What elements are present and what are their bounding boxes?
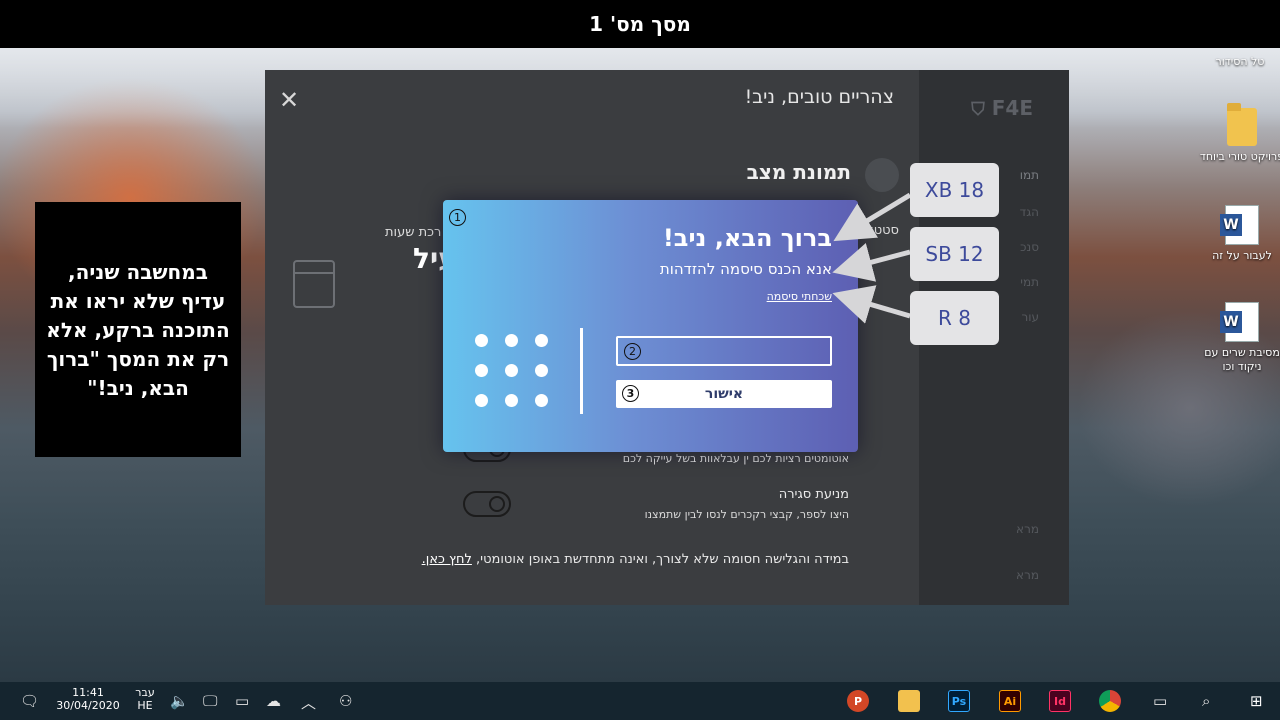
word-icon [1220,205,1259,245]
chevron-up-icon[interactable]: ︿ [301,692,316,713]
sidebar-item[interactable]: הגד [1020,205,1039,219]
click-here-link[interactable]: לחץ כאן. [422,552,472,567]
file-explorer-icon[interactable] [898,690,920,712]
sidebar-item[interactable]: תמו [1020,168,1039,182]
notification-icon[interactable]: 🗨 [20,692,39,710]
network-icon[interactable]: 🖵 [203,692,217,710]
desktop-icon-label: לעבור על זה [1212,249,1272,262]
annotation-title-font: XB 18 [910,163,999,217]
photoshop-icon[interactable]: Ps [948,690,970,712]
windows-start-icon[interactable]: ⊞ [1250,692,1263,710]
folder-icon [1227,103,1257,146]
sidebar-item[interactable]: סנכ [1020,240,1039,254]
sidebar-item[interactable]: מרא [1016,522,1039,536]
option-title: מניעת סגירה [778,487,849,502]
onedrive-icon[interactable]: ☁ [266,692,281,710]
desktop-icon-word-doc[interactable]: מסיבת שרים עם ניקוד וכו [1197,302,1280,374]
slide-title: מסך מס' 1 [0,0,1280,48]
close-icon[interactable]: ✕ [279,86,299,114]
desktop-icon-label: מסיבת שרים עם ניקוד וכו [1204,346,1280,373]
status-icon [865,158,899,192]
toggle-switch[interactable] [463,491,511,517]
password-input[interactable]: 2 [616,336,832,366]
toggle-knob [489,496,505,512]
welcome-dialog: 1 ברוך הבא, ניב! אנא הכנס סיסמה להזדהות … [443,200,858,452]
desktop-icon-word-doc[interactable]: לעבור על זה [1197,205,1280,263]
annotation-subtitle-font: SB 12 [910,227,999,281]
forgot-password-link[interactable]: שכחתי סיסמה [767,290,832,303]
desktop-icon-item[interactable]: טל הסידור [1195,55,1280,69]
app-logo: ⛉ F4E [971,96,1033,120]
battery-icon[interactable]: ▭ [235,692,249,710]
indesign-icon[interactable]: Id [1049,690,1071,712]
marker-1: 1 [449,209,466,226]
calendar-icon [293,260,335,308]
powerpoint-icon[interactable]: P [847,690,869,712]
sidebar-item[interactable]: מרא [1016,568,1039,582]
desktop-icon-label: פרויקט טורי ביוחד [1199,150,1280,163]
sidebar-item[interactable]: עור [1021,310,1039,324]
sidebar-item[interactable]: תמי [1020,275,1039,289]
task-view-icon[interactable]: ▭ [1153,692,1167,710]
word-icon [1220,302,1259,342]
desktop-icon-folder[interactable]: פרויקט טורי ביוחד [1197,103,1280,164]
submit-button[interactable]: 3 אישור [616,380,832,408]
clock[interactable]: 11:41 30/04/2020 [52,686,124,712]
design-note: במחשבה שניה, עדיף שלא יראו את התוכנה ברק… [35,202,241,457]
taskbar: ⊞ ⌕ ▭ Id Ai Ps P ⚇ ︿ ☁ ▭ 🖵 🔈 עבר HE 11:41… [0,682,1280,720]
divider [580,328,583,414]
stats-label: סטטו [870,223,899,238]
hours-label: רכת שעות [385,225,442,240]
welcome-subtitle: אנא הכנס סיסמה להזדהות [659,260,832,278]
annotation-link-font: R 8 [910,291,999,345]
volume-icon[interactable]: 🔈 [170,692,189,710]
shield-icon: ⛉ [971,99,985,120]
search-icon[interactable]: ⌕ [1202,692,1210,710]
chrome-icon[interactable] [1099,690,1121,712]
welcome-title: ברוך הבא, ניב! [662,224,832,252]
illustrator-icon[interactable]: Ai [999,690,1021,712]
desktop-icon-label: טל הסידור [1215,55,1265,68]
marker-3: 3 [622,385,639,402]
option-description: היצו לספר, קבצי רקכרים לנסו לבין שתמצנו [644,508,849,521]
marker-2: 2 [624,343,641,360]
greeting: צהריים טובים, ניב! [744,86,894,108]
people-icon[interactable]: ⚇ [339,692,352,710]
section-title: תמונת מצב [746,160,851,184]
footer-note: במידה והגלישה חסומה שלא לצורך, ואינה מתח… [421,552,849,567]
option-description: אוטומטים רציות לכם ין עבלאוות בשל עייקה … [622,452,849,465]
language-indicator[interactable]: עבר HE [128,686,162,712]
